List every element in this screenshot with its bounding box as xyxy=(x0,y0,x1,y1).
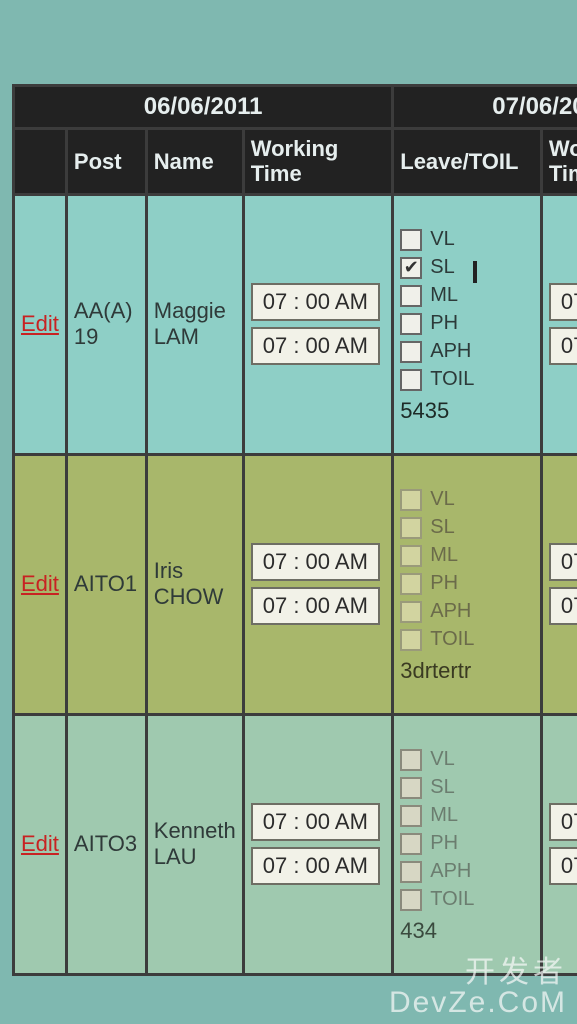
date-header-row: 06/06/2011 07/06/2011 xyxy=(14,86,577,129)
checkbox-vl[interactable] xyxy=(400,489,422,511)
leave-option-label: SL xyxy=(430,775,454,800)
checkbox-aph[interactable] xyxy=(400,341,422,363)
leave-option-label: APH xyxy=(430,599,471,624)
name-label: Maggie LAM xyxy=(154,298,236,351)
col-name: Name xyxy=(146,129,243,195)
time-input-start-2[interactable]: 07 : xyxy=(549,543,577,581)
schedule-table-wrapper: 06/06/2011 07/06/2011 Post Name Working … xyxy=(12,84,577,976)
time-input-start-2[interactable]: 07 : xyxy=(549,803,577,841)
leave-option-row: TOIL xyxy=(400,627,534,652)
leave-option-label: TOIL xyxy=(430,367,474,392)
checkbox-sl[interactable]: ✔ xyxy=(400,257,422,279)
leave-option-row: VL xyxy=(400,227,534,252)
leave-option-label: VL xyxy=(430,487,454,512)
time-input-end-2[interactable]: 07 xyxy=(549,327,577,365)
checkbox-ph[interactable] xyxy=(400,833,422,855)
time-input-end[interactable]: 07 : 00 AM xyxy=(251,587,380,625)
checkbox-ph[interactable] xyxy=(400,313,422,335)
leave-option-label: TOIL xyxy=(430,627,474,652)
checkbox-sl[interactable] xyxy=(400,777,422,799)
leave-option-label: SL xyxy=(430,255,454,280)
text-cursor xyxy=(473,261,477,283)
leave-option-label: TOIL xyxy=(430,887,474,912)
time-input-end-2[interactable]: 07 : xyxy=(549,587,577,625)
leave-option-row: VL xyxy=(400,747,534,772)
leave-option-label: VL xyxy=(430,747,454,772)
leave-option-label: PH xyxy=(430,831,458,856)
leave-option-label: ML xyxy=(430,543,458,568)
leave-option-label: PH xyxy=(430,311,458,336)
leave-option-row: PH xyxy=(400,571,534,596)
time-input-start[interactable]: 07 : 00 AM xyxy=(251,803,380,841)
leave-option-row: PH xyxy=(400,831,534,856)
name-label: Kenneth LAU xyxy=(154,818,236,871)
checkbox-aph[interactable] xyxy=(400,861,422,883)
time-input-end[interactable]: 07 : 00 AM xyxy=(251,327,380,365)
checkbox-aph[interactable] xyxy=(400,601,422,623)
leave-option-label: APH xyxy=(430,339,471,364)
date-header-2: 07/06/2011 xyxy=(393,86,577,129)
leave-option-label: PH xyxy=(430,571,458,596)
leave-option-row: SL xyxy=(400,515,534,540)
col-working-time: Working Time xyxy=(243,129,393,195)
post-label: AA(A) 19 xyxy=(74,298,139,351)
leave-note: 3drtertr xyxy=(400,658,534,684)
name-label: Iris CHOW xyxy=(154,558,236,611)
leave-note: 5435 xyxy=(400,398,534,424)
leave-option-label: SL xyxy=(430,515,454,540)
column-header-row: Post Name Working Time Leave/TOIL Workin… xyxy=(14,129,577,195)
leave-option-row: APH xyxy=(400,599,534,624)
post-label: AITO3 xyxy=(74,831,139,857)
col-post: Post xyxy=(66,129,146,195)
leave-option-label: VL xyxy=(430,227,454,252)
schedule-table: 06/06/2011 07/06/2011 Post Name Working … xyxy=(12,84,577,976)
watermark-line2: DevZe.CoM xyxy=(389,988,567,1018)
checkbox-ml[interactable] xyxy=(400,545,422,567)
time-input-end-2[interactable]: 07 : xyxy=(549,847,577,885)
leave-option-row: APH xyxy=(400,859,534,884)
leave-option-label: APH xyxy=(430,859,471,884)
time-input-end[interactable]: 07 : 00 AM xyxy=(251,847,380,885)
leave-note: 434 xyxy=(400,918,534,944)
leave-option-row: VL xyxy=(400,487,534,512)
table-row: Edit AITO3 Kenneth LAU 07 : 00 AM 07 : 00 AM… xyxy=(14,714,577,974)
time-input-start[interactable]: 07 : 00 AM xyxy=(251,543,380,581)
checkbox-ph[interactable] xyxy=(400,573,422,595)
post-label: AITO1 xyxy=(74,571,139,597)
edit-link[interactable]: Edit xyxy=(21,311,59,336)
time-input-start-2[interactable]: 07 xyxy=(549,283,577,321)
leave-option-row: ML xyxy=(400,543,534,568)
date-header-1: 06/06/2011 xyxy=(14,86,393,129)
checkbox-sl[interactable] xyxy=(400,517,422,539)
checkbox-vl[interactable] xyxy=(400,229,422,251)
leave-option-row: ✔ SL xyxy=(400,255,534,280)
checkbox-vl[interactable] xyxy=(400,749,422,771)
checkbox-toil[interactable] xyxy=(400,629,422,651)
col-edit xyxy=(14,129,67,195)
edit-link[interactable]: Edit xyxy=(21,831,59,856)
table-row: Edit AITO1 Iris CHOW 07 : 00 AM 07 : 00 AM VL… xyxy=(14,454,577,714)
leave-option-row: ML xyxy=(400,803,534,828)
leave-option-row: SL xyxy=(400,775,534,800)
checkbox-ml[interactable] xyxy=(400,805,422,827)
leave-option-label: ML xyxy=(430,283,458,308)
col-working-time-2: Working Time xyxy=(541,129,577,195)
leave-option-row: PH xyxy=(400,311,534,336)
leave-option-row: TOIL xyxy=(400,367,534,392)
leave-option-row: TOIL xyxy=(400,887,534,912)
table-row: Edit AA(A) 19 Maggie LAM 07 : 00 AM 07 : 00 … xyxy=(14,194,577,454)
leave-option-label: ML xyxy=(430,803,458,828)
col-leave-toil: Leave/TOIL xyxy=(393,129,542,195)
checkbox-toil[interactable] xyxy=(400,889,422,911)
leave-option-row: APH xyxy=(400,339,534,364)
checkbox-toil[interactable] xyxy=(400,369,422,391)
edit-link[interactable]: Edit xyxy=(21,571,59,596)
checkbox-ml[interactable] xyxy=(400,285,422,307)
leave-option-row: ML xyxy=(400,283,534,308)
time-input-start[interactable]: 07 : 00 AM xyxy=(251,283,380,321)
